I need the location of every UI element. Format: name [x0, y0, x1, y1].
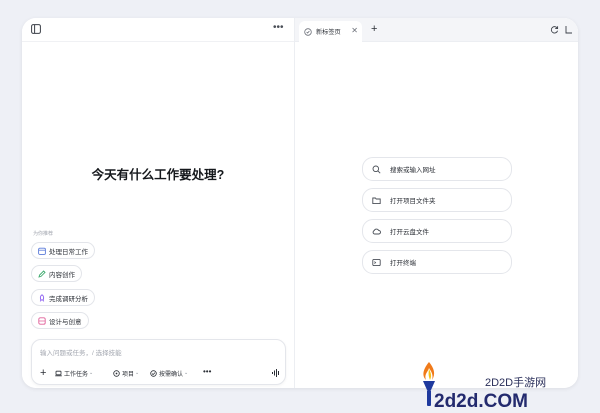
confirm-mode-selector[interactable]: 按需确认 ⌄: [150, 367, 188, 379]
suggestion-label: 处理日常工作: [49, 248, 88, 256]
chat-topbar: •••: [22, 18, 294, 42]
folder-icon: [372, 197, 381, 204]
chevron-down-icon: ⌄: [89, 370, 94, 376]
quick-action-label: 搜索或输入网址: [390, 167, 436, 174]
browser-tab-icon: [304, 27, 312, 36]
site-watermark: 2D2D手游网 2d2d.COM: [412, 358, 587, 412]
suggestion-label: 完成调研分析: [49, 295, 88, 303]
composer-toolbar: + 工作任务 ⌄ 项目 ⌄ 按需确认 ⌄ •••: [38, 366, 281, 380]
chevron-down-icon: ⌄: [184, 370, 189, 376]
quick-action-label: 打开项目文件夹: [390, 198, 436, 205]
suggestion-chip-daily-work[interactable]: 处理日常工作: [31, 242, 95, 259]
suggestion-chip-design[interactable]: 设计与创意: [31, 312, 89, 329]
more-options-icon[interactable]: •••: [273, 22, 284, 33]
voice-input-icon[interactable]: [271, 368, 281, 378]
project-icon: [113, 369, 120, 377]
work-task-selector[interactable]: 工作任务 ⌄: [55, 367, 93, 379]
quick-action-search[interactable]: 搜索或输入网址: [362, 157, 512, 181]
chevron-down-icon: ⌄: [135, 370, 140, 376]
tab-bar: 新标签页 ✕ +: [295, 18, 578, 42]
cloud-icon: [372, 228, 381, 234]
terminal-icon: [372, 258, 381, 266]
chat-pane: ••• 今天有什么工作要处理? 为你推荐 处理日常工作 内容创作 完成调研分析: [22, 18, 294, 388]
quick-action-cloud[interactable]: 打开云盘文件: [362, 219, 512, 243]
app-window: ••• 今天有什么工作要处理? 为你推荐 处理日常工作 内容创作 完成调研分析: [22, 18, 578, 388]
refresh-icon[interactable]: [550, 25, 559, 34]
search-icon: [372, 165, 381, 174]
quick-action-open-folder[interactable]: 打开项目文件夹: [362, 188, 512, 212]
palette-icon: [38, 316, 46, 325]
project-selector[interactable]: 项目 ⌄: [113, 367, 139, 379]
quick-action-label: 打开云盘文件: [390, 229, 429, 236]
chat-input[interactable]: [40, 347, 280, 359]
new-tab-button[interactable]: +: [371, 22, 377, 36]
tab-new-tab[interactable]: 新标签页 ✕: [299, 21, 362, 42]
project-label: 项目: [122, 371, 135, 378]
close-icon[interactable]: ✕: [351, 26, 358, 36]
laptop-icon: [55, 370, 62, 376]
quick-action-terminal[interactable]: 打开终端: [362, 250, 512, 274]
quick-action-label: 打开终端: [390, 260, 416, 267]
watermark-domain: 2d2d.COM: [434, 391, 528, 412]
calendar-icon: [38, 247, 46, 255]
suggestion-label: 内容创作: [49, 271, 75, 279]
check-circle-icon: [150, 369, 157, 377]
rocket-icon: [39, 293, 45, 302]
suggestions-caption: 为你推荐: [33, 231, 54, 237]
page-title: 今天有什么工作要处理?: [91, 168, 225, 182]
suggestion-chip-research[interactable]: 完成调研分析: [31, 289, 95, 306]
suggestion-label: 设计与创意: [49, 318, 82, 326]
confirm-mode-label: 按需确认: [159, 371, 184, 378]
chat-composer: + 工作任务 ⌄ 项目 ⌄: [31, 339, 286, 385]
panel-toggle-icon[interactable]: [564, 25, 573, 34]
pen-icon: [38, 269, 46, 278]
watermark-site-name: 2D2D手游网: [485, 377, 547, 389]
more-tools-icon[interactable]: •••: [203, 366, 211, 378]
suggestion-chip-content-creation[interactable]: 内容创作: [31, 265, 82, 282]
browser-pane: 新标签页 ✕ + 搜索或输入网址 打开项目文件夹 打开云盘文件 打开终端: [295, 18, 578, 388]
tab-label: 新标签页: [316, 29, 341, 36]
add-attachment-button[interactable]: +: [40, 366, 46, 380]
sidebar-toggle-icon[interactable]: [31, 24, 41, 34]
work-task-label: 工作任务: [64, 371, 89, 378]
